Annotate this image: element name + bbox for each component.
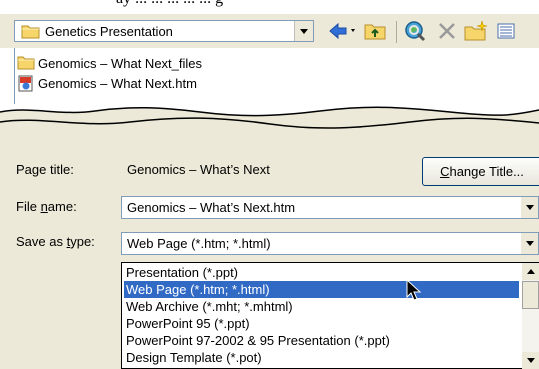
html-document-icon [17,75,35,92]
cropped-text: ay ... ... ... ... ... g [116,0,223,8]
file-name-dropdown-button[interactable] [521,197,538,218]
mouse-pointer-icon [406,279,422,301]
list-item[interactable]: Genomics – What Next.htm [17,74,197,92]
save-in-combobox[interactable]: Genetics Presentation [14,20,314,42]
save-as-type-combobox[interactable]: Web Page (*.htm; *.html) [121,232,539,255]
save-as-type-options-list[interactable]: Presentation (*.ppt) Web Page (*.htm; *.… [121,262,539,369]
change-title-button[interactable]: Change Title... [422,157,539,186]
search-web-icon[interactable] [402,18,428,44]
file-name: Genomics – What Next_files [38,55,203,71]
type-option-presentation[interactable]: Presentation (*.ppt) [124,264,238,281]
type-option-design-template[interactable]: Design Template (*.pot) [124,349,262,366]
file-name: Genomics – What Next.htm [38,75,197,91]
file-name-combobox[interactable]: Genomics – What’s Next.htm [121,196,539,219]
save-as-type-value: Web Page (*.htm; *.html) [127,236,271,251]
type-option-powerpoint-97-2002[interactable]: PowerPoint 97-2002 & 95 Presentation (*.… [124,332,390,349]
type-option-web-archive[interactable]: Web Archive (*.mht; *.mhtml) [124,298,293,315]
cropped-top-strip: ay ... ... ... ... ... g [0,0,539,14]
options-scrollbar[interactable] [522,263,539,369]
save-in-folder-name: Genetics Presentation [45,24,173,39]
folder-icon [21,24,41,42]
file-name-label: File name: [16,199,77,214]
page-title-value: Genomics – What’s Next [127,162,270,177]
scroll-up-button[interactable] [522,263,539,280]
scroll-down-button[interactable] [522,352,539,369]
file-name-input[interactable]: Genomics – What’s Next.htm [127,200,295,215]
save-as-type-dropdown-button[interactable] [521,233,538,254]
views-icon[interactable] [494,18,539,44]
toolbar-separator [396,21,397,43]
type-option-powerpoint-95[interactable]: PowerPoint 95 (*.ppt) [124,315,250,332]
change-title-label: hange Title... [449,164,524,179]
file-list[interactable]: Genomics – What Next_files Genomics – Wh… [14,48,539,104]
page-title-label: Page title: [16,162,74,177]
scroll-thumb[interactable] [522,281,539,309]
folder-icon [17,55,35,71]
type-option-web-page[interactable]: Web Page (*.htm; *.html) [124,281,519,298]
delete-icon[interactable] [434,18,460,44]
save-in-dropdown-button[interactable] [294,21,313,41]
torn-edge-divider [0,106,539,150]
list-item[interactable]: Genomics – What Next_files [17,54,202,72]
new-folder-icon[interactable] [462,18,490,44]
up-folder-icon[interactable] [362,18,388,44]
save-as-type-label: Save as type: [16,234,95,249]
back-arrow-icon[interactable] [326,18,360,44]
